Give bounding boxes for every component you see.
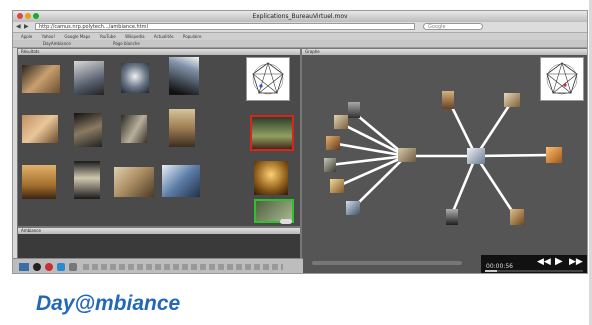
graph-node[interactable] bbox=[546, 147, 562, 163]
image-thumbnail[interactable] bbox=[74, 113, 102, 147]
graph-node-hub[interactable] bbox=[467, 148, 485, 164]
finder-icon[interactable] bbox=[19, 263, 29, 271]
graph-node[interactable] bbox=[442, 91, 454, 109]
graph-node[interactable] bbox=[330, 179, 344, 193]
graph-node[interactable] bbox=[334, 115, 348, 129]
ambiance-panel: Ambiance bbox=[17, 227, 301, 259]
bookmark-item[interactable]: Populaire bbox=[183, 34, 201, 39]
image-thumbnail[interactable] bbox=[169, 109, 195, 147]
tab-blank[interactable]: Page blanche bbox=[113, 40, 140, 47]
image-thumbnail[interactable] bbox=[169, 57, 199, 95]
image-thumbnail[interactable] bbox=[121, 115, 147, 143]
dock-app-row[interactable] bbox=[83, 264, 283, 270]
dock-bar bbox=[13, 258, 303, 273]
zoom-window-button[interactable] bbox=[33, 13, 39, 19]
video-player-controls: 00:00:56 ◀◀ ▶ ▶▶ bbox=[481, 255, 587, 273]
ambiance-pentagon-widget[interactable] bbox=[246, 57, 290, 101]
bookmark-item[interactable]: Yahoo! bbox=[42, 34, 55, 39]
tab-dayambiance[interactable]: DayAmbiance bbox=[43, 40, 71, 47]
image-thumbnail[interactable] bbox=[114, 167, 154, 197]
results-panel: Résultats bbox=[17, 48, 301, 227]
playback-progress-fill bbox=[485, 270, 497, 272]
back-arrow-icon[interactable]: ◀ bbox=[16, 23, 21, 30]
search-field[interactable]: Google bbox=[423, 23, 483, 30]
forward-arrow-icon[interactable]: ▶ bbox=[24, 23, 29, 30]
pentagon-diagram bbox=[546, 61, 578, 95]
graph-node[interactable] bbox=[346, 201, 360, 215]
graph-scrollbar[interactable] bbox=[312, 261, 462, 265]
ambiance-panel-header: Ambiance bbox=[18, 228, 300, 234]
playback-time: 00:00:56 bbox=[486, 263, 513, 270]
dock-app-icon[interactable] bbox=[45, 263, 53, 271]
bookmark-item[interactable]: YouTube bbox=[100, 34, 116, 39]
bookmark-item[interactable]: Google Maps bbox=[64, 34, 90, 39]
image-thumbnail[interactable] bbox=[162, 165, 200, 197]
url-field[interactable]: http://camus.nrp.polytech.../ambiance.ht… bbox=[35, 23, 415, 30]
dock-app-icon[interactable] bbox=[57, 263, 65, 271]
image-thumbnail[interactable] bbox=[22, 65, 60, 93]
slide-caption: Day@mbiance bbox=[36, 292, 181, 315]
bookmark-item[interactable]: Wikipedia bbox=[125, 34, 145, 39]
bookmark-item[interactable]: Actualités bbox=[154, 34, 174, 39]
tab-bar: DayAmbiance Page blanche bbox=[13, 40, 587, 48]
presentation-slide: Explications_BureauVirtuel.mov ◀ ▶ http:… bbox=[0, 0, 592, 325]
application-window: Explications_BureauVirtuel.mov ◀ ▶ http:… bbox=[12, 10, 588, 274]
pentagon-diagram bbox=[252, 61, 284, 95]
window-title: Explications_BureauVirtuel.mov bbox=[252, 13, 348, 20]
graph-pentagon-widget[interactable] bbox=[540, 57, 584, 101]
image-thumbnail[interactable] bbox=[74, 61, 104, 95]
fast-forward-icon[interactable]: ▶▶ bbox=[569, 257, 583, 267]
minimize-window-button[interactable] bbox=[25, 13, 31, 19]
graph-node[interactable] bbox=[510, 209, 524, 225]
graph-node[interactable] bbox=[446, 209, 458, 225]
image-thumbnail[interactable] bbox=[74, 161, 100, 199]
browser-toolbar: ◀ ▶ http://camus.nrp.polytech.../ambianc… bbox=[13, 22, 587, 33]
bookmarks-bar: Apple Yahoo! Google Maps YouTube Wikiped… bbox=[13, 33, 587, 40]
bookmark-item[interactable]: Apple bbox=[21, 34, 32, 39]
dock-app-icon[interactable] bbox=[69, 263, 77, 271]
graph-panel: Graphe bbox=[301, 48, 587, 273]
results-panel-header: Résultats bbox=[18, 49, 300, 55]
graph-node-hub[interactable] bbox=[398, 148, 416, 162]
play-icon[interactable]: ▶ bbox=[555, 256, 563, 267]
image-thumbnail[interactable] bbox=[22, 115, 58, 143]
dock-app-icon[interactable] bbox=[33, 263, 41, 271]
rewind-icon[interactable]: ◀◀ bbox=[537, 257, 551, 267]
image-thumbnail[interactable] bbox=[254, 161, 288, 195]
selected-image-thumbnail[interactable] bbox=[250, 115, 294, 151]
window-titlebar[interactable]: Explications_BureauVirtuel.mov bbox=[13, 11, 587, 22]
graph-node[interactable] bbox=[326, 136, 340, 150]
image-thumbnail[interactable] bbox=[22, 165, 56, 199]
graph-node[interactable] bbox=[348, 102, 360, 118]
panel-toggle-button[interactable] bbox=[280, 219, 292, 224]
graph-node[interactable] bbox=[324, 158, 336, 172]
graph-node[interactable] bbox=[504, 93, 520, 107]
close-window-button[interactable] bbox=[17, 13, 23, 19]
image-thumbnail[interactable] bbox=[121, 63, 149, 93]
playback-progress-track[interactable] bbox=[485, 270, 583, 272]
